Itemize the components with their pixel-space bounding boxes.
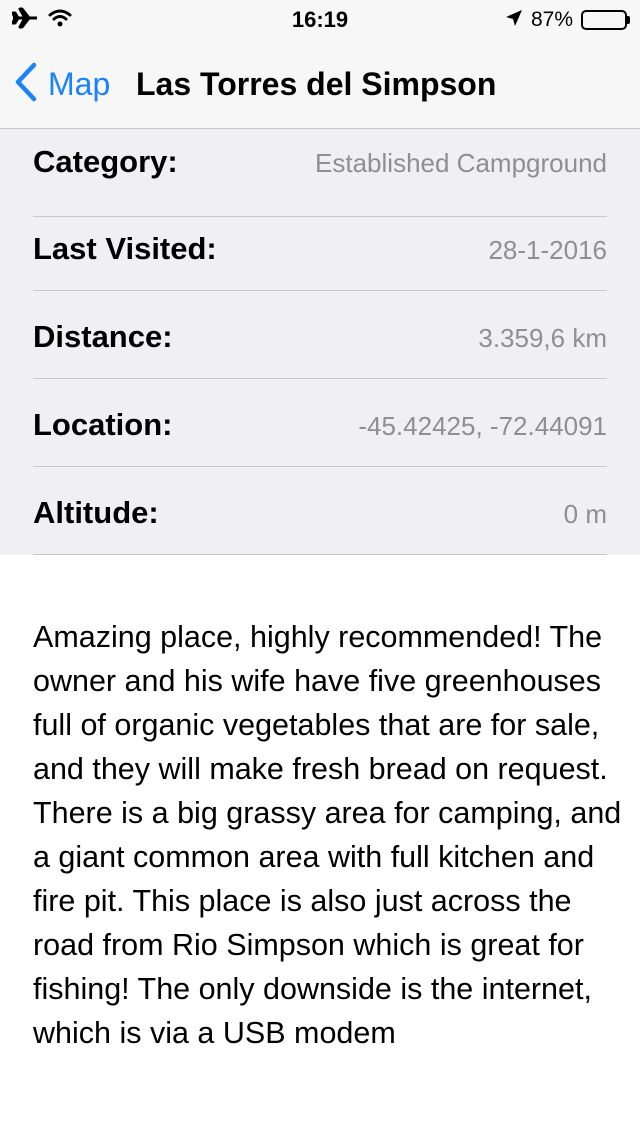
battery-icon	[581, 10, 630, 30]
chevron-left-icon	[14, 62, 38, 107]
status-right: 87%	[505, 6, 630, 34]
navigation-bar: Map Las Torres del Simpson	[0, 40, 640, 129]
details-list: Category: Established Campground Last Vi…	[0, 129, 640, 555]
detail-row-distance: Distance: 3.359,6 km	[33, 291, 607, 379]
detail-label: Last Visited:	[33, 231, 217, 266]
detail-label: Category:	[33, 144, 178, 179]
location-arrow-icon	[505, 9, 523, 32]
detail-value: 28-1-2016	[488, 235, 607, 265]
detail-value: 3.359,6 km	[478, 323, 607, 353]
description-text: Amazing place, highly recommended! The o…	[33, 620, 622, 1050]
page-title: Las Torres del Simpson	[136, 66, 497, 102]
status-bar: 16:19 87%	[0, 0, 640, 40]
detail-value: 0 m	[563, 499, 607, 529]
battery-percent: 87%	[530, 8, 573, 31]
detail-row-altitude: Altitude: 0 m	[33, 467, 607, 555]
detail-row-location: Location: -45.42425, -72.44091	[33, 379, 607, 467]
back-label: Map	[48, 65, 111, 102]
detail-label: Distance:	[33, 319, 173, 354]
detail-row-last-visited: Last Visited: 28-1-2016	[33, 203, 607, 291]
back-button[interactable]: Map	[14, 40, 110, 128]
detail-value: Established Campground	[315, 148, 607, 178]
detail-label: Altitude:	[33, 495, 159, 530]
detail-label: Location:	[33, 407, 173, 442]
detail-value: -45.42425, -72.44091	[358, 411, 607, 441]
